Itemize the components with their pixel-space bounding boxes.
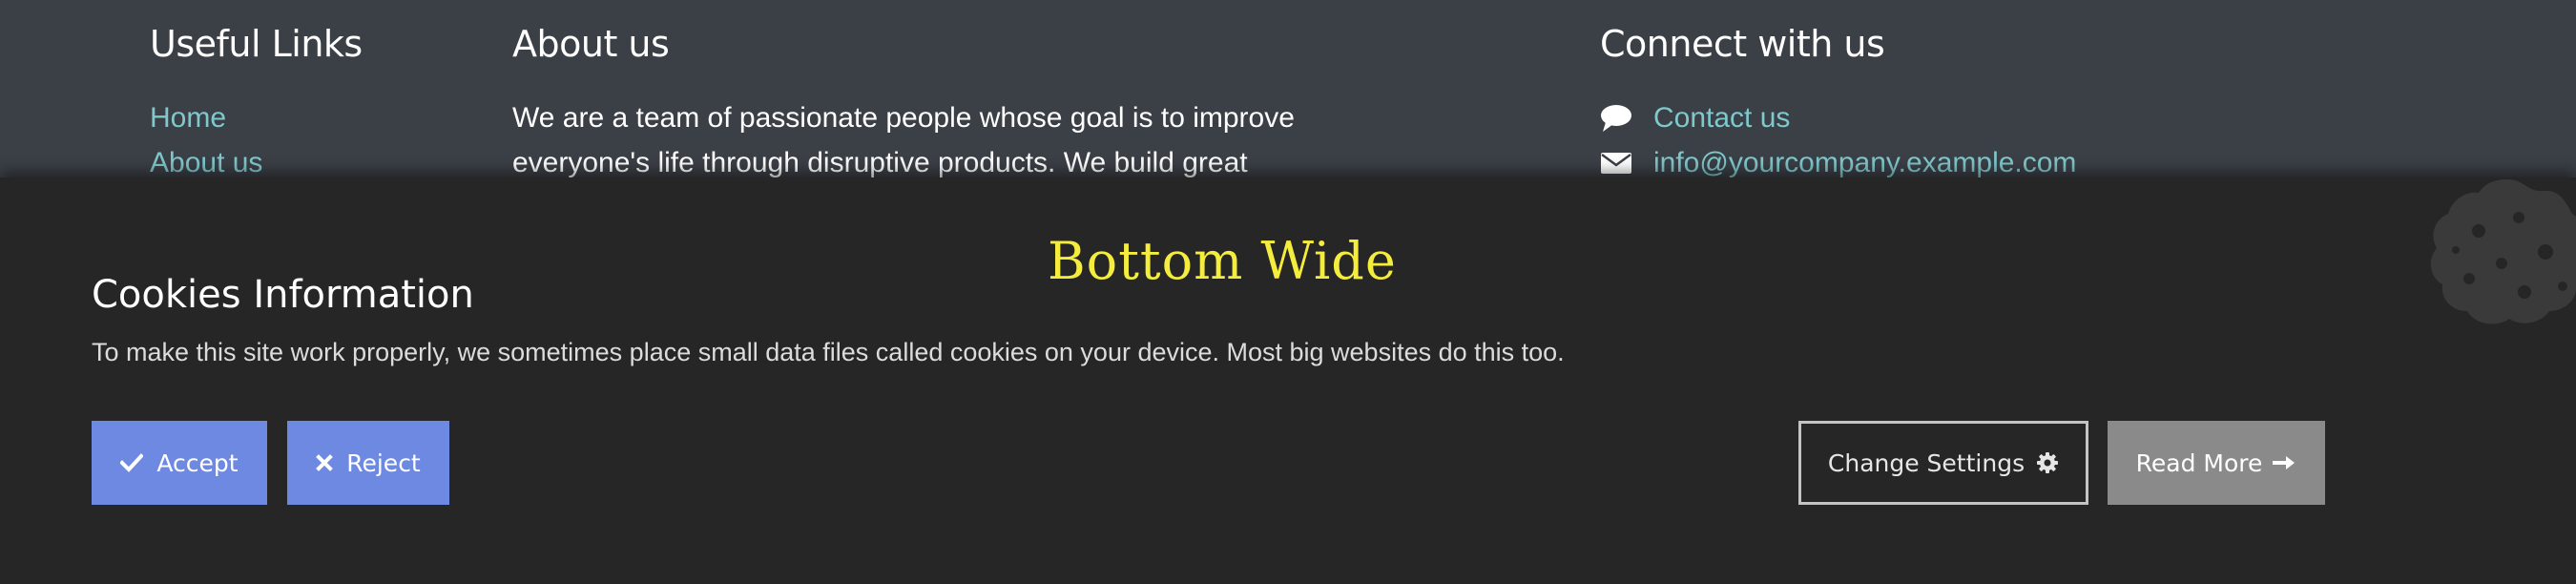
useful-links-list: Home About us	[150, 95, 363, 177]
connect-list: Contact us info@yourcompany.example.com	[1600, 95, 2076, 177]
footer-link-about-us[interactable]: About us	[150, 140, 363, 177]
reject-button[interactable]: Reject	[287, 421, 449, 505]
reject-label: Reject	[346, 448, 421, 477]
useful-links-title: Useful Links	[150, 23, 363, 65]
footer-link-home[interactable]: Home	[150, 95, 363, 140]
read-more-button[interactable]: Read More	[2108, 421, 2325, 505]
cookies-description: To make this site work properly, we some…	[92, 338, 1565, 366]
connect-title: Connect with us	[1600, 23, 1885, 65]
accept-label: Accept	[156, 448, 239, 477]
envelope-icon	[1600, 149, 1636, 177]
close-icon	[316, 454, 334, 471]
comment-icon	[1600, 104, 1636, 133]
banner-heading: Bottom Wide	[1048, 231, 1397, 291]
about-us-title: About us	[512, 23, 670, 65]
check-icon	[120, 453, 144, 472]
connect-item-contact[interactable]: Contact us	[1600, 95, 2076, 140]
read-more-label: Read More	[2135, 448, 2263, 477]
contact-us-link[interactable]: Contact us	[1653, 95, 1790, 140]
cookies-title: Cookies Information	[92, 273, 474, 317]
email-link[interactable]: info@yourcompany.example.com	[1653, 140, 2076, 177]
cookie-icon	[2412, 177, 2576, 338]
change-settings-label: Change Settings	[1827, 448, 2025, 477]
cookie-banner: Bottom Wide Cookies Information To make …	[0, 177, 2576, 584]
connect-item-email[interactable]: info@yourcompany.example.com	[1600, 140, 2076, 177]
connect-column: Connect with us Contact us info@yourcomp…	[1600, 23, 2076, 177]
gear-icon	[2036, 451, 2059, 474]
change-settings-button[interactable]: Change Settings	[1798, 421, 2088, 505]
about-us-column: About us We are a team of passionate peo…	[512, 23, 1409, 177]
accept-button[interactable]: Accept	[92, 421, 267, 505]
about-us-text: We are a team of passionate people whose…	[512, 102, 1295, 177]
useful-links-column: Useful Links Home About us	[150, 23, 363, 177]
arrow-right-icon	[2272, 454, 2296, 471]
site-footer: Useful Links Home About us About us We a…	[0, 0, 2576, 177]
